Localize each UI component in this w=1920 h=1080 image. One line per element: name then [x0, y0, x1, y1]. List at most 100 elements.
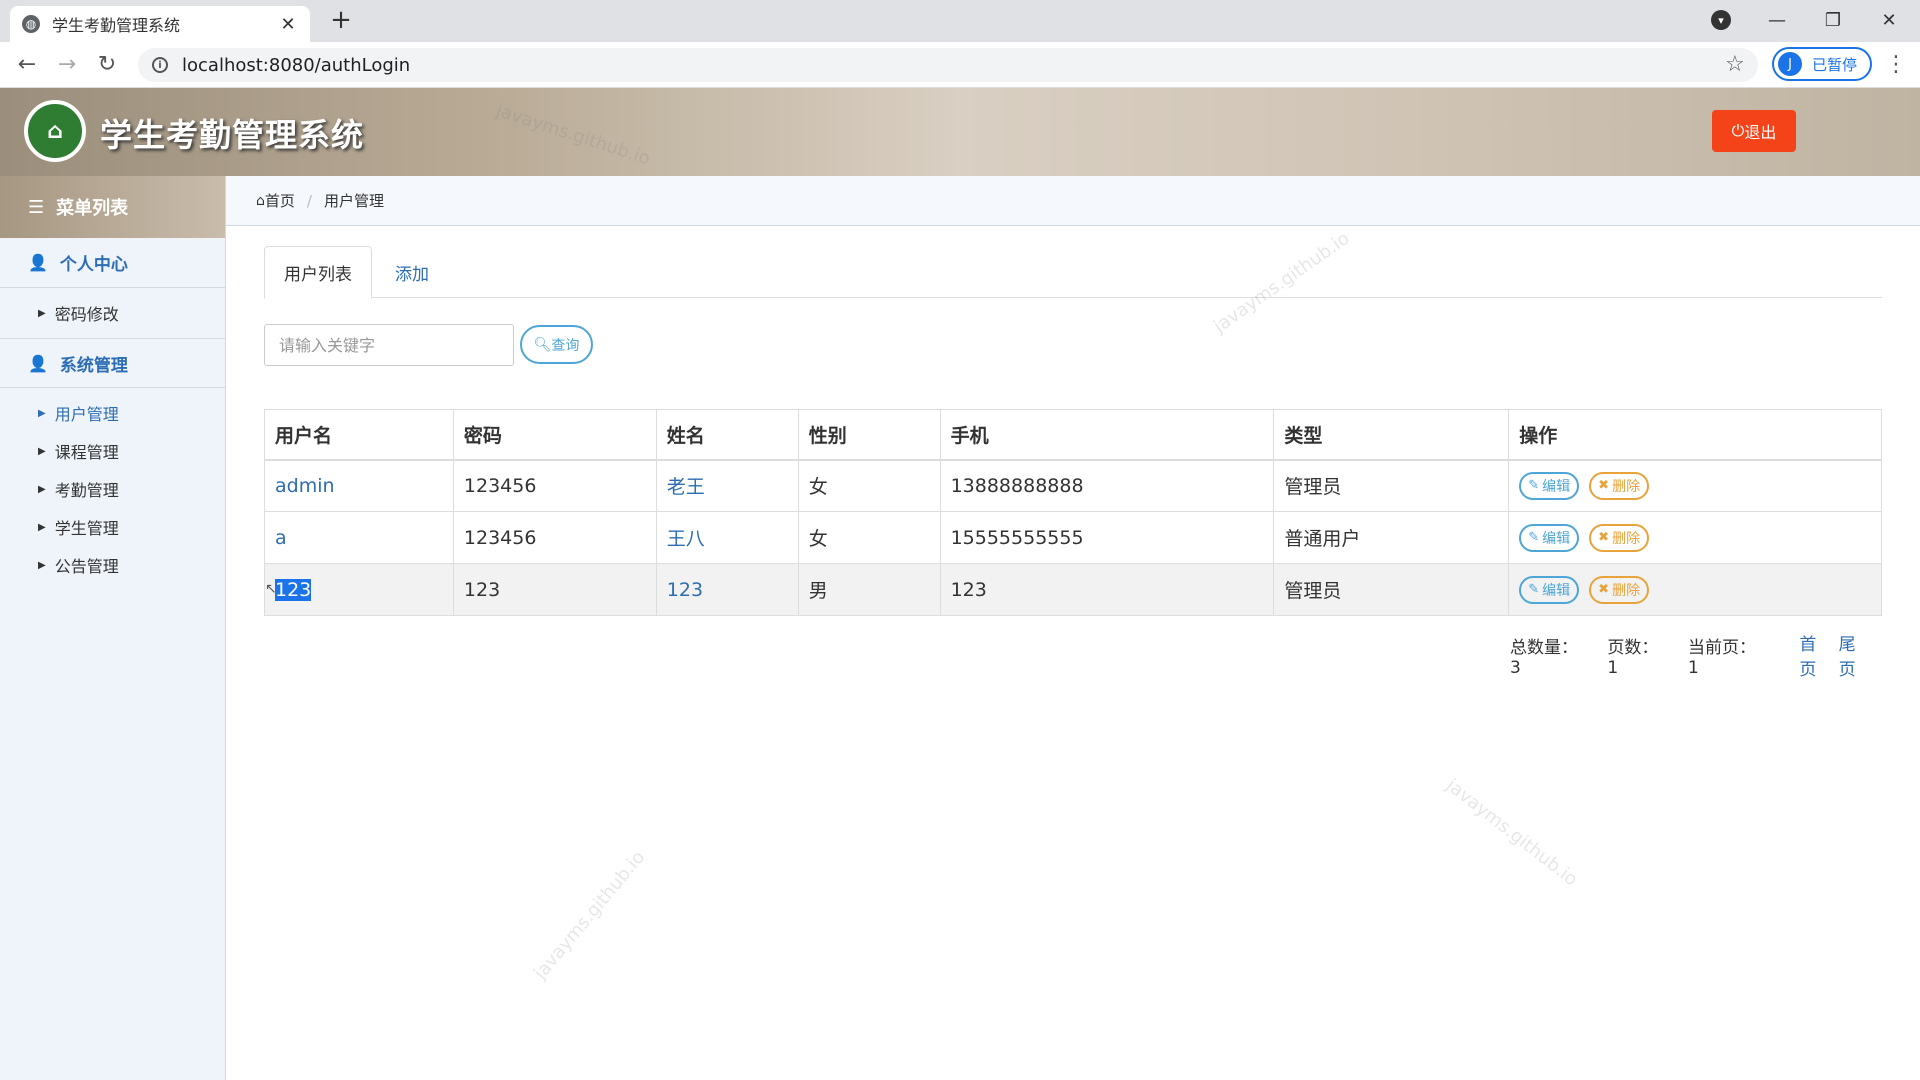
table-row: 123 123 123 男 123 管理员 ✎ 编辑 ✖ 删除	[264, 563, 1882, 616]
tab-add[interactable]: 添加	[376, 246, 448, 299]
user-table: 用户名 密码 姓名 性别 手机 类型 操作 admin 123456 老王 女 …	[264, 409, 1882, 616]
globe-icon: ◍	[22, 15, 40, 33]
edit-label: 编辑	[1542, 582, 1571, 599]
caret-right-icon: ▶	[38, 559, 46, 571]
sidebar-item-courses[interactable]: ▶ 课程管理	[0, 432, 225, 470]
close-tab-icon[interactable]: ✕	[278, 14, 298, 35]
sidebar-item-attendance[interactable]: ▶ 考勤管理	[0, 470, 225, 508]
sidebar-item-label: 考勤管理	[54, 481, 119, 500]
browser-tab-bar: ◍ 学生考勤管理系统 ✕ + ▾ — ❐ ✕	[0, 0, 1920, 42]
list-icon: ☰	[28, 196, 45, 218]
profile-button[interactable]: J 已暂停	[1772, 47, 1872, 81]
caret-right-icon: ▶	[38, 521, 46, 533]
search-input[interactable]	[264, 324, 514, 366]
delete-label: 删除	[1612, 478, 1641, 495]
cell-password: 123456	[452, 511, 657, 564]
restore-button[interactable]: ❐	[1818, 6, 1848, 36]
sidebar-item-label: 课程管理	[54, 443, 119, 462]
cell-name[interactable]: 老王	[655, 459, 799, 512]
cell-username[interactable]: admin	[264, 459, 454, 512]
cell-actions: ✎ 编辑 ✖ 删除	[1508, 511, 1882, 564]
cell-gender: 男	[797, 563, 941, 616]
name-link[interactable]: 老王	[667, 476, 705, 498]
profile-status: 已暂停	[1812, 55, 1858, 74]
sidebar-item-label: 用户管理	[54, 405, 119, 424]
edit-label: 编辑	[1542, 478, 1571, 495]
tab-user-list[interactable]: 用户列表	[264, 246, 372, 299]
pencil-icon: ✎	[1528, 582, 1540, 597]
url-text: localhost:8080/authLogin	[182, 54, 411, 76]
search-icon: 🔍︎	[533, 336, 552, 353]
delete-button[interactable]: ✖ 删除	[1589, 575, 1650, 604]
sidebar-item-students[interactable]: ▶ 学生管理	[0, 508, 225, 546]
sidebar-item-password[interactable]: ▶ 密码修改	[0, 294, 225, 332]
cell-phone: 13888888888	[939, 459, 1275, 512]
sidebar-group-system[interactable]: 👤 系统管理	[0, 338, 225, 388]
cell-type: 管理员	[1273, 459, 1510, 512]
menu-header: ☰ 菜单列表	[0, 176, 225, 238]
sidebar-item-notices[interactable]: ▶ 公告管理	[0, 546, 225, 584]
caret-right-icon: ▶	[38, 445, 46, 457]
cell-username[interactable]: a	[264, 511, 454, 564]
user-icon: 👤	[28, 353, 48, 373]
url-field[interactable]: i localhost:8080/authLogin	[138, 48, 1758, 82]
info-icon[interactable]: i	[152, 57, 168, 73]
app-title: 学生考勤管理系统	[100, 116, 365, 154]
sidebar-group-personal[interactable]: 👤 个人中心	[0, 238, 225, 288]
tab-search-icon[interactable]: ▾	[1711, 10, 1731, 30]
back-button[interactable]: ←	[12, 50, 42, 80]
breadcrumb-home[interactable]: 首页	[265, 190, 295, 211]
cell-name[interactable]: 王八	[655, 511, 799, 564]
username-link[interactable]: 123	[275, 578, 312, 601]
column-header: 用户名	[264, 409, 454, 461]
column-header: 姓名	[655, 409, 799, 461]
content-tabs: 用户列表 添加	[264, 246, 1882, 299]
edit-button[interactable]: ✎ 编辑	[1519, 471, 1580, 500]
column-header: 操作	[1508, 409, 1882, 461]
logout-button[interactable]: ⏻ 退出	[1712, 110, 1796, 152]
logout-label: 退出	[1744, 123, 1777, 142]
search-button[interactable]: 🔍︎ 查询	[520, 325, 593, 364]
browser-tab[interactable]: ◍ 学生考勤管理系统 ✕	[10, 6, 310, 42]
caret-right-icon: ▶	[38, 407, 46, 419]
username-link[interactable]: a	[275, 527, 287, 549]
edit-button[interactable]: ✎ 编辑	[1519, 575, 1580, 604]
close-window-button[interactable]: ✕	[1874, 6, 1904, 36]
forward-button[interactable]: →	[52, 50, 82, 80]
sidebar-item-users[interactable]: ▶ 用户管理	[0, 394, 225, 432]
cell-name[interactable]: 123	[655, 563, 799, 616]
sidebar-item-label: 公告管理	[54, 557, 119, 576]
bookmark-star-icon[interactable]: ☆	[1725, 50, 1745, 80]
username-link[interactable]: admin	[275, 475, 335, 497]
cell-password: 123	[452, 563, 657, 616]
minimize-button[interactable]: —	[1762, 6, 1792, 36]
total-count: 总数量：3	[1510, 637, 1578, 678]
page-count: 页数：1	[1607, 637, 1659, 678]
power-icon: ⏻	[1731, 121, 1745, 140]
cell-password: 123456	[452, 459, 657, 512]
first-page-link[interactable]: 首页	[1799, 630, 1832, 680]
new-tab-button[interactable]: +	[326, 6, 356, 36]
cell-actions: ✎ 编辑 ✖ 删除	[1508, 563, 1882, 616]
column-header: 手机	[939, 409, 1275, 461]
breadcrumb-current: 用户管理	[323, 192, 384, 210]
cell-type: 普通用户	[1273, 511, 1510, 564]
delete-button[interactable]: ✖ 删除	[1589, 523, 1650, 552]
reload-button[interactable]: ↻	[92, 50, 122, 80]
delete-label: 删除	[1612, 530, 1641, 547]
name-link[interactable]: 王八	[667, 528, 705, 550]
menu-title: 菜单列表	[56, 198, 129, 219]
last-page-link[interactable]: 尾页	[1839, 630, 1872, 680]
caret-right-icon: ▶	[38, 483, 46, 495]
pencil-icon: ✎	[1528, 478, 1540, 494]
browser-menu-icon[interactable]: ⋮	[1885, 50, 1907, 80]
user-icon: 👤	[28, 253, 48, 272]
x-icon: ✖	[1598, 530, 1610, 545]
x-icon: ✖	[1598, 582, 1610, 597]
delete-button[interactable]: ✖ 删除	[1589, 471, 1650, 500]
name-link[interactable]: 123	[667, 579, 703, 601]
sidebar-group-label: 个人中心	[59, 255, 128, 275]
avatar: J	[1778, 52, 1802, 76]
edit-button[interactable]: ✎ 编辑	[1519, 523, 1580, 552]
cell-username[interactable]: 123	[264, 563, 454, 616]
